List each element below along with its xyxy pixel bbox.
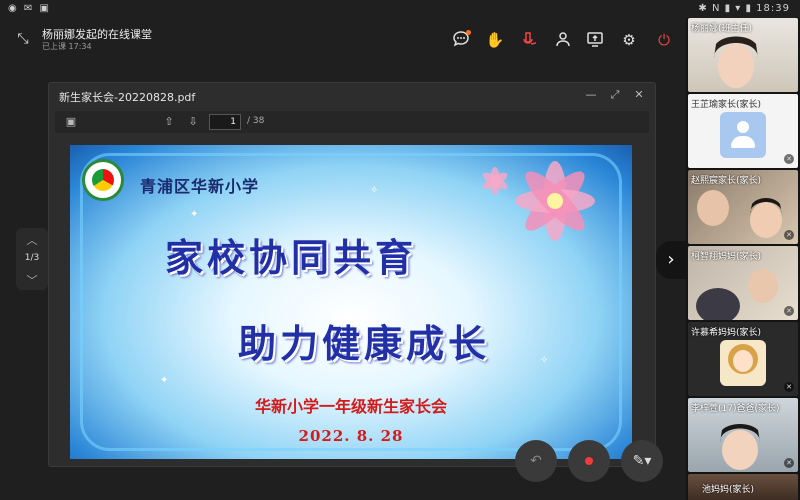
share-screen-icon[interactable]: [585, 30, 605, 50]
participant-name: 王芷瑜家长(家长): [691, 100, 762, 110]
meeting-duration: 已上课 17:34: [42, 42, 92, 51]
flower-decoration: [482, 161, 595, 241]
participant-list: 杨丽娜(班主任) 王芷瑜家长(家长) ✕ 赵熙宸家长(家长) ✕ 柯智翔妈妈(家…: [686, 18, 800, 500]
slide-date: 2022. 8. 28: [298, 427, 404, 445]
meeting-topbar: ⤡ 杨丽娜发起的在线课堂 已上课 17:34 ✋ ⚙ ⏻: [0, 18, 685, 62]
page-number-input[interactable]: 1: [209, 114, 241, 130]
close-icon[interactable]: ✕: [631, 87, 647, 103]
participant-name: 杨丽娜(班主任): [691, 24, 753, 34]
chevron-up-icon[interactable]: ︿: [16, 232, 48, 248]
settings-icon[interactable]: ⚙: [619, 30, 639, 50]
participant-tile[interactable]: 柯智翔妈妈(家长) ✕: [688, 246, 798, 320]
collapse-icon[interactable]: ⤡: [14, 30, 32, 48]
unread-dot: [466, 30, 471, 35]
school-name: 青浦区华新小学: [140, 177, 260, 196]
participant-name: 池妈妈(家长): [702, 485, 755, 495]
participant-name: 柯智翔妈妈(家长): [691, 252, 762, 262]
participant-tile[interactable]: 李梓萱(17)爸爸(家长) ✕: [688, 398, 798, 472]
raise-hand-icon[interactable]: ✋: [485, 30, 505, 50]
slide-content: 青浦区华新小学 ✦ ✧ ✦ ✧ 家校协同共育 助力健康成长 华新小学一年级新生家…: [70, 145, 632, 459]
default-avatar-icon: [720, 112, 766, 158]
participant-tile[interactable]: 赵熙宸家长(家长) ✕: [688, 170, 798, 244]
chat-icon[interactable]: [451, 30, 471, 50]
pen-tool-button[interactable]: ✎▾: [621, 440, 663, 482]
prev-page-icon[interactable]: ⇧: [161, 114, 177, 130]
sparkle: ✧: [540, 355, 549, 366]
member-icon[interactable]: [553, 30, 573, 50]
participant-name: 李梓萱(17)爸爸(家长): [691, 404, 780, 414]
record-button[interactable]: [568, 440, 610, 482]
document-toolbar: ▣ ⇧ ⇩ 1 / 38: [55, 111, 649, 133]
sparkle: ✦: [190, 209, 199, 220]
mic-muted-icon: ✕: [784, 230, 794, 240]
mic-muted-icon: ✕: [784, 458, 794, 468]
slide-headline-1: 家校协同共育: [165, 236, 418, 280]
meeting-title: 杨丽娜发起的在线课堂: [42, 28, 152, 41]
cartoon-avatar-icon: [720, 340, 766, 386]
participant-tile[interactable]: 杨丽娜(班主任): [688, 18, 798, 92]
maximize-icon[interactable]: ⤢: [607, 87, 623, 103]
chevron-down-icon[interactable]: ﹀: [16, 272, 48, 288]
status-bar: ◉ ✉ ▣ ✱ N ▮ ▾ ▮ 18:39: [0, 0, 800, 18]
slide-headline-2: 助力健康成长: [238, 322, 491, 366]
page-total: / 38: [247, 116, 265, 126]
sparkle: ✦: [160, 375, 169, 386]
document-viewer: 新生家长会-20220828.pdf — ⤢ ✕ ▣ ⇧ ⇩ 1 / 38 青浦…: [48, 82, 656, 467]
status-icons-right: ✱ N ▮ ▾ ▮ 18:39: [698, 3, 790, 14]
mic-muted-icon: ✕: [784, 382, 794, 392]
participant-name: 赵熙宸家长(家长): [691, 176, 762, 186]
audio-icon[interactable]: [519, 30, 539, 50]
record-dot-icon: [585, 457, 593, 465]
chevron-right-icon[interactable]: ›: [656, 241, 686, 279]
page-indicator: 1/3: [24, 253, 40, 263]
minimize-icon[interactable]: —: [583, 87, 599, 103]
undo-button[interactable]: ↶: [515, 440, 557, 482]
next-page-icon[interactable]: ⇩: [185, 114, 201, 130]
document-titlebar: 新生家长会-20220828.pdf — ⤢ ✕: [49, 83, 655, 109]
status-icons-left: ◉ ✉ ▣: [8, 3, 51, 14]
mic-muted-icon: ✕: [784, 154, 794, 164]
participant-name: 许慕希妈妈(家长): [691, 328, 762, 338]
sidebar-toggle-icon[interactable]: ▣: [63, 114, 79, 130]
page-navigator: ︿ 1/3 ﹀: [16, 228, 48, 290]
participant-tile[interactable]: 池妈妈(家长): [688, 474, 798, 500]
participant-tile[interactable]: 许慕希妈妈(家长) ✕: [688, 322, 798, 396]
slide-caption: 华新小学一年级新生家长会: [254, 397, 447, 416]
sparkle: ✧: [370, 185, 379, 196]
mic-muted-icon: ✕: [784, 306, 794, 316]
document-filename: 新生家长会-20220828.pdf: [59, 91, 196, 104]
school-logo: [82, 159, 124, 201]
participant-tile[interactable]: 王芷瑜家长(家长) ✕: [688, 94, 798, 168]
end-call-icon[interactable]: ⏻: [654, 30, 674, 50]
